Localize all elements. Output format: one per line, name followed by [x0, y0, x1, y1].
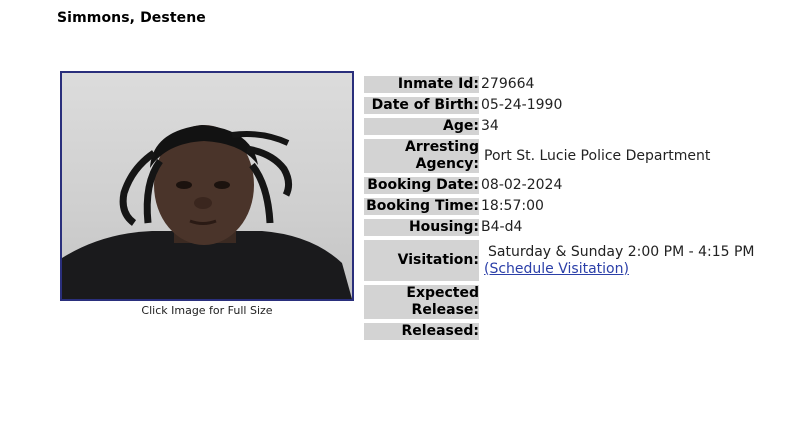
- booking-date-value: 08-02-2024: [481, 177, 563, 193]
- expected-release-label-line2: Release:: [411, 302, 479, 318]
- arresting-agency-label-line1: Arresting: [405, 139, 479, 155]
- expected-release-label: Expected Release:: [364, 285, 479, 319]
- booking-date-label: Booking Date:: [364, 177, 479, 194]
- booking-photo[interactable]: [60, 71, 354, 301]
- row-booking-time: Booking Time: 18:57:00: [364, 198, 755, 215]
- row-visitation: Visitation: Saturday & Sunday 2:00 PM - …: [364, 240, 755, 281]
- row-date-of-birth: Date of Birth: 05-24-1990: [364, 97, 755, 114]
- row-expected-release: Expected Release:: [364, 285, 755, 319]
- row-age: Age: 34: [364, 118, 755, 135]
- visitation-label: Visitation:: [364, 240, 479, 281]
- housing-label: Housing:: [364, 219, 479, 236]
- visitation-value: Saturday & Sunday 2:00 PM - 4:15 PM (Sch…: [481, 240, 755, 281]
- housing-value: B4-d4: [481, 219, 523, 235]
- booking-time-label: Booking Time:: [364, 198, 479, 215]
- schedule-visitation-link[interactable]: (Schedule Visitation): [484, 261, 629, 277]
- arresting-agency-value: Port St. Lucie Police Department: [484, 147, 711, 164]
- row-booking-date: Booking Date: 08-02-2024: [364, 177, 755, 194]
- inmate-id-value: 279664: [481, 76, 535, 92]
- inmate-id-label: Inmate Id:: [364, 76, 479, 93]
- visitation-schedule-text: Saturday & Sunday 2:00 PM - 4:15 PM: [488, 243, 755, 260]
- booking-time-value: 18:57:00: [481, 198, 544, 214]
- date-of-birth-value: 05-24-1990: [481, 97, 563, 113]
- inmate-info-table: Inmate Id: 279664 Date of Birth: 05-24-1…: [362, 72, 757, 344]
- row-inmate-id: Inmate Id: 279664: [364, 76, 755, 93]
- inmate-name: Simmons, Destene: [57, 10, 206, 26]
- arresting-agency-label: Arresting Agency:: [364, 139, 479, 173]
- row-released: Released:: [364, 323, 755, 340]
- photo-caption: Click Image for Full Size: [141, 304, 273, 317]
- expected-release-value: [481, 285, 755, 319]
- date-of-birth-label: Date of Birth:: [364, 97, 479, 114]
- row-arresting-agency: Arresting Agency: Port St. Lucie Police …: [364, 139, 755, 173]
- age-value: 34: [481, 118, 499, 134]
- released-value: [481, 323, 755, 340]
- arresting-agency-label-line2: Agency:: [415, 156, 479, 172]
- released-label: Released:: [364, 323, 479, 340]
- age-label: Age:: [364, 118, 479, 135]
- photo-panel: Click Image for Full Size: [60, 71, 354, 317]
- row-housing: Housing: B4-d4: [364, 219, 755, 236]
- mugshot-image: [62, 125, 352, 299]
- expected-release-label-line1: Expected: [406, 285, 479, 301]
